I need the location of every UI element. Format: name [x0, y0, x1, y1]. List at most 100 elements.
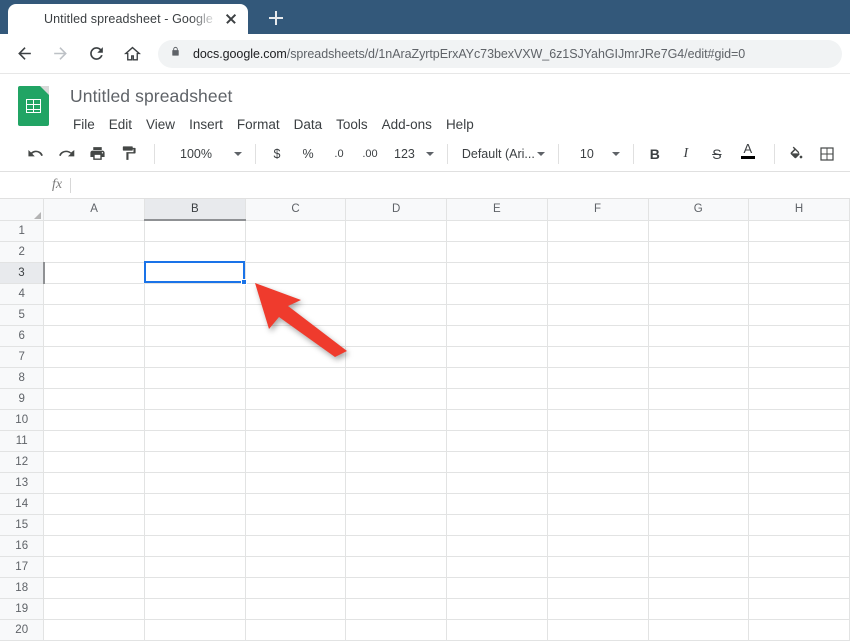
- cell-C12[interactable]: [245, 451, 347, 473]
- cell-A1[interactable]: [43, 220, 146, 242]
- cell-B12[interactable]: [144, 451, 246, 473]
- cell-E15[interactable]: [446, 514, 548, 536]
- cell-E20[interactable]: [446, 619, 548, 641]
- cell-D9[interactable]: [345, 388, 448, 410]
- row-header-18[interactable]: 18: [0, 577, 45, 599]
- cell-C11[interactable]: [245, 430, 347, 452]
- cell-A16[interactable]: [43, 535, 146, 557]
- address-bar[interactable]: docs.google.com/spreadsheets/d/1nAraZyrt…: [158, 39, 842, 68]
- forward-arrow-icon[interactable]: [44, 38, 76, 70]
- document-title[interactable]: Untitled spreadsheet: [66, 83, 481, 109]
- cell-F2[interactable]: [547, 241, 649, 263]
- cell-C10[interactable]: [245, 409, 347, 431]
- cell-D1[interactable]: [345, 220, 448, 242]
- cell-H6[interactable]: [748, 325, 850, 347]
- cell-G12[interactable]: [648, 451, 750, 473]
- cell-E8[interactable]: [446, 367, 548, 389]
- bold-button[interactable]: B: [642, 141, 668, 167]
- row-header-6[interactable]: 6: [0, 325, 45, 347]
- cell-C15[interactable]: [245, 514, 347, 536]
- paint-format-icon[interactable]: [115, 141, 141, 167]
- cell-A14[interactable]: [43, 493, 146, 515]
- cell-A15[interactable]: [43, 514, 146, 536]
- merge-cells-selector[interactable]: [845, 141, 850, 167]
- redo-icon[interactable]: [53, 141, 79, 167]
- cell-F8[interactable]: [547, 367, 649, 389]
- cell-B5[interactable]: [144, 304, 246, 326]
- cell-C2[interactable]: [245, 241, 347, 263]
- cell-F3[interactable]: [547, 262, 649, 284]
- cell-H14[interactable]: [748, 493, 850, 515]
- cell-F13[interactable]: [547, 472, 649, 494]
- cell-E4[interactable]: [446, 283, 548, 305]
- cell-G2[interactable]: [648, 241, 750, 263]
- cell-A8[interactable]: [43, 367, 146, 389]
- zoom-selector[interactable]: 100%: [163, 141, 247, 167]
- cell-C3[interactable]: [245, 262, 347, 284]
- menu-item-view[interactable]: View: [139, 114, 182, 136]
- menu-item-insert[interactable]: Insert: [182, 114, 230, 136]
- cell-A6[interactable]: [43, 325, 146, 347]
- cell-D17[interactable]: [345, 556, 448, 578]
- cell-H13[interactable]: [748, 472, 850, 494]
- cell-H1[interactable]: [748, 220, 850, 242]
- cell-D12[interactable]: [345, 451, 448, 473]
- cell-B6[interactable]: [144, 325, 246, 347]
- cell-A19[interactable]: [43, 598, 146, 620]
- cell-E3[interactable]: [446, 262, 548, 284]
- cell-F4[interactable]: [547, 283, 649, 305]
- cell-E1[interactable]: [446, 220, 548, 242]
- column-header-h[interactable]: H: [748, 199, 850, 221]
- cell-G10[interactable]: [648, 409, 750, 431]
- cell-F18[interactable]: [547, 577, 649, 599]
- cell-H10[interactable]: [748, 409, 850, 431]
- close-icon[interactable]: [222, 10, 240, 28]
- cell-F10[interactable]: [547, 409, 649, 431]
- cell-B14[interactable]: [144, 493, 246, 515]
- cell-F6[interactable]: [547, 325, 649, 347]
- cell-H2[interactable]: [748, 241, 850, 263]
- cell-C17[interactable]: [245, 556, 347, 578]
- cell-D10[interactable]: [345, 409, 448, 431]
- cell-H20[interactable]: [748, 619, 850, 641]
- cell-A18[interactable]: [43, 577, 146, 599]
- cell-B9[interactable]: [144, 388, 246, 410]
- cell-E16[interactable]: [446, 535, 548, 557]
- row-header-2[interactable]: 2: [0, 241, 45, 263]
- cell-H9[interactable]: [748, 388, 850, 410]
- menu-item-file[interactable]: File: [66, 114, 102, 136]
- cell-D20[interactable]: [345, 619, 448, 641]
- cell-F9[interactable]: [547, 388, 649, 410]
- row-header-3[interactable]: 3: [0, 262, 45, 284]
- browser-tab-active[interactable]: Untitled spreadsheet - Google Sh: [8, 4, 248, 34]
- cell-F15[interactable]: [547, 514, 649, 536]
- menu-item-add-ons[interactable]: Add-ons: [375, 114, 439, 136]
- cell-H7[interactable]: [748, 346, 850, 368]
- cell-E19[interactable]: [446, 598, 548, 620]
- cell-D6[interactable]: [345, 325, 448, 347]
- cell-H5[interactable]: [748, 304, 850, 326]
- cell-D4[interactable]: [345, 283, 448, 305]
- cell-G1[interactable]: [648, 220, 750, 242]
- cell-A3[interactable]: [43, 262, 146, 284]
- row-header-10[interactable]: 10: [0, 409, 45, 431]
- cell-E6[interactable]: [446, 325, 548, 347]
- cell-A7[interactable]: [43, 346, 146, 368]
- cell-H3[interactable]: [748, 262, 850, 284]
- cell-C5[interactable]: [245, 304, 347, 326]
- font-family-selector[interactable]: Default (Ari...: [456, 141, 550, 167]
- cell-F11[interactable]: [547, 430, 649, 452]
- cell-F19[interactable]: [547, 598, 649, 620]
- cell-B8[interactable]: [144, 367, 246, 389]
- cell-G5[interactable]: [648, 304, 750, 326]
- more-formats-selector[interactable]: 123: [388, 141, 439, 167]
- cell-E2[interactable]: [446, 241, 548, 263]
- cell-E18[interactable]: [446, 577, 548, 599]
- cell-G9[interactable]: [648, 388, 750, 410]
- cell-E10[interactable]: [446, 409, 548, 431]
- new-tab-button[interactable]: [262, 4, 290, 32]
- currency-format-button[interactable]: $: [264, 141, 290, 167]
- cell-H15[interactable]: [748, 514, 850, 536]
- cell-G18[interactable]: [648, 577, 750, 599]
- menu-item-data[interactable]: Data: [287, 114, 330, 136]
